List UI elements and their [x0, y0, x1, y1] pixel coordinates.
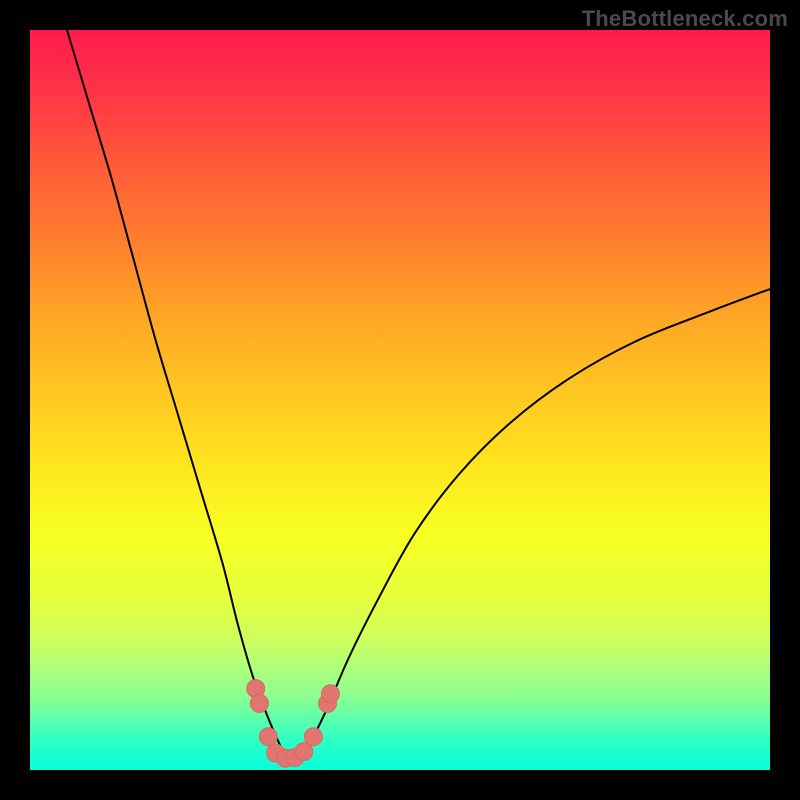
chart-svg — [30, 30, 770, 770]
chart-plot-area — [30, 30, 770, 770]
bottleneck-curve — [67, 30, 770, 759]
curve-marker — [259, 728, 277, 746]
chart-frame: TheBottleneck.com — [0, 0, 800, 800]
marker-group — [247, 680, 340, 768]
curve-marker — [321, 685, 339, 703]
curve-marker — [304, 728, 322, 746]
curve-marker — [250, 694, 268, 712]
watermark-text: TheBottleneck.com — [582, 6, 788, 32]
